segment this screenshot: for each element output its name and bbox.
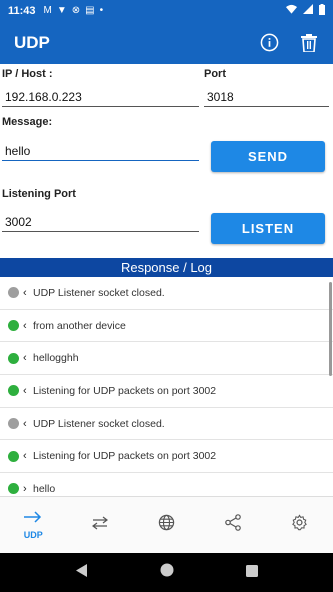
log-item[interactable]: ‹ UDP Listener socket closed. bbox=[0, 277, 333, 310]
delete-icon[interactable] bbox=[299, 33, 319, 53]
status-dot-green bbox=[8, 483, 19, 495]
log-item-text: Listening for UDP packets on port 3002 bbox=[33, 384, 217, 397]
cast-icon: ▤ bbox=[85, 5, 95, 16]
listen-button[interactable]: LISTEN bbox=[211, 213, 325, 244]
nav-udp[interactable]: UDP bbox=[0, 497, 67, 553]
message-input[interactable]: hello bbox=[2, 141, 199, 161]
back-icon[interactable] bbox=[75, 563, 88, 582]
log-header: Response / Log bbox=[0, 258, 333, 277]
status-dot-green bbox=[8, 385, 19, 397]
status-time: 11:43 bbox=[8, 4, 36, 17]
wifi-icon bbox=[286, 4, 297, 17]
status-dot-gray bbox=[8, 418, 19, 430]
chevron-left-icon: ‹ bbox=[23, 417, 27, 430]
nav-share[interactable] bbox=[200, 497, 267, 553]
log-list[interactable]: ‹ UDP Listener socket closed. ‹ from anothe… bbox=[0, 277, 333, 496]
listening-port-label: Listening Port bbox=[2, 188, 76, 200]
nav-web[interactable] bbox=[133, 497, 200, 553]
swap-arrows-icon bbox=[91, 516, 108, 535]
status-dot-green bbox=[8, 352, 19, 364]
log-scrollbar[interactable] bbox=[329, 282, 332, 376]
ip-label: IP / Host : bbox=[2, 68, 53, 80]
log-item[interactable]: ‹ Listening for UDP packets on port 3002 bbox=[0, 440, 333, 474]
port-input[interactable]: 3018 bbox=[204, 87, 329, 107]
log-item-text: UDP Listener socket closed. bbox=[33, 286, 165, 299]
log-item[interactable]: ‹ Listening for UDP packets on port 3002 bbox=[0, 375, 333, 408]
nav-swap[interactable] bbox=[67, 497, 134, 553]
battery-icon bbox=[319, 3, 325, 18]
bottom-nav: UDP bbox=[0, 496, 333, 553]
app-title: UDP bbox=[14, 32, 50, 52]
log-item-text: hellogghh bbox=[33, 352, 79, 365]
log-item[interactable]: › hello bbox=[0, 473, 333, 496]
ip-input[interactable]: 192.168.0.223 bbox=[2, 87, 199, 107]
nav-udp-label: UDP bbox=[23, 530, 43, 540]
share-icon bbox=[225, 514, 241, 536]
nav-settings[interactable] bbox=[266, 497, 333, 553]
chevron-left-icon: ‹ bbox=[23, 352, 27, 365]
log-item-text: UDP Listener socket closed. bbox=[33, 417, 165, 430]
signal-icon bbox=[303, 4, 313, 17]
globe-icon bbox=[158, 514, 175, 536]
port-label: Port bbox=[204, 68, 226, 80]
log-item-text: Listening for UDP packets on port 3002 bbox=[33, 450, 217, 463]
system-nav-bar bbox=[0, 553, 333, 592]
log-item[interactable]: ‹ hellogghh bbox=[0, 342, 333, 376]
info-icon[interactable] bbox=[259, 33, 279, 53]
status-dot-gray bbox=[8, 287, 19, 299]
log-item-text: hello bbox=[33, 482, 56, 495]
log-item[interactable]: ‹ UDP Listener socket closed. bbox=[0, 408, 333, 441]
dot-icon: • bbox=[99, 5, 104, 16]
status-dot-green bbox=[8, 320, 19, 332]
chevron-right-icon: › bbox=[23, 482, 27, 495]
arrow-right-icon bbox=[24, 510, 42, 528]
chevron-left-icon: ‹ bbox=[23, 384, 27, 397]
recents-icon[interactable] bbox=[245, 564, 258, 582]
chevron-left-icon: ‹ bbox=[23, 286, 27, 299]
gmail-icon: M bbox=[43, 5, 52, 16]
app-bar: UDP bbox=[0, 21, 333, 64]
status-dot-green bbox=[8, 450, 19, 462]
listening-port-input[interactable]: 3002 bbox=[2, 212, 199, 232]
home-icon[interactable] bbox=[160, 563, 174, 582]
send-button[interactable]: SEND bbox=[211, 141, 325, 172]
chevron-left-icon: ‹ bbox=[23, 319, 27, 332]
log-item-text: from another device bbox=[33, 319, 126, 332]
chevron-left-icon: ‹ bbox=[23, 450, 27, 463]
message-label: Message: bbox=[2, 116, 53, 128]
vpn-icon: ⊗ bbox=[71, 5, 81, 16]
shield-icon: ▼ bbox=[56, 5, 67, 16]
status-bar: 11:43 M ▼ ⊗ ▤ • bbox=[0, 0, 333, 21]
gear-icon bbox=[291, 514, 308, 536]
log-item[interactable]: ‹ from another device bbox=[0, 310, 333, 343]
